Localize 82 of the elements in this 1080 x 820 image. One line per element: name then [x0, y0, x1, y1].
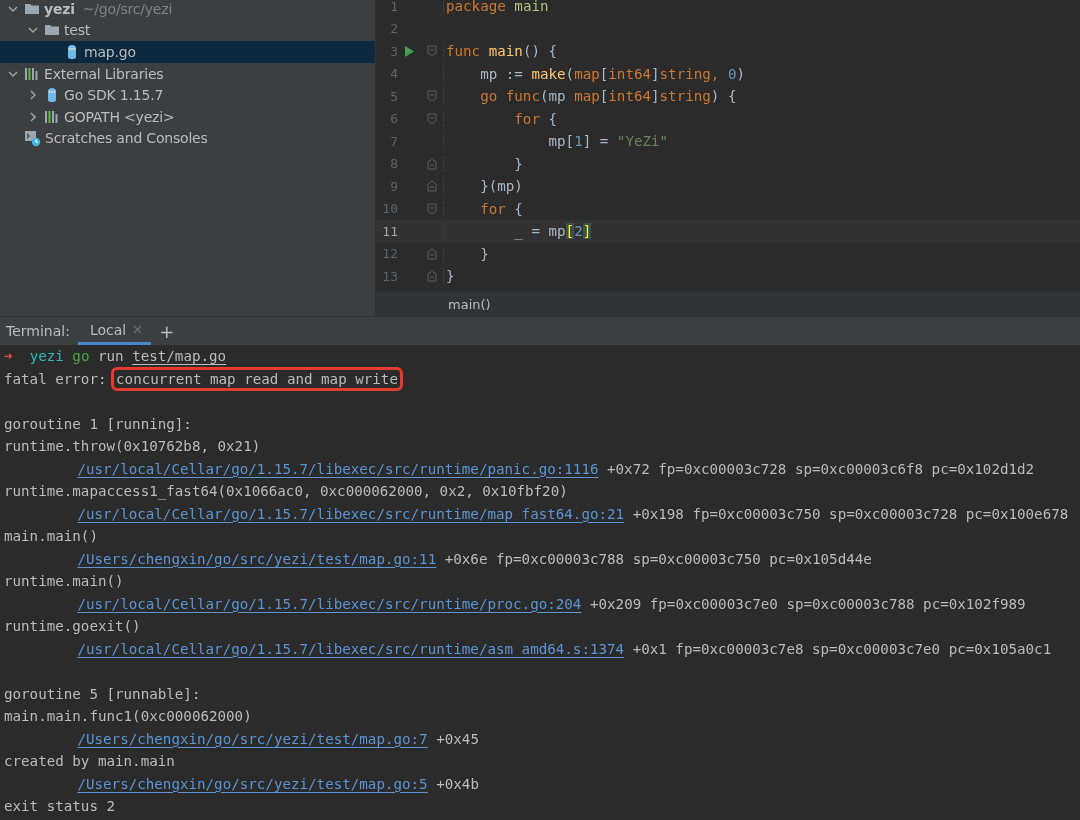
terminal-text: +0x45 [435, 730, 479, 747]
path-hint: ~/go/src/yezi [82, 0, 173, 17]
tree-item[interactable]: test [0, 19, 375, 42]
library-icon [24, 65, 40, 82]
terminal-text: runtime.mapaccess1_fast64(0x1066ac0, 0xc000062000, 0x2, 0x10fbf20) [4, 483, 568, 499]
line-number: 2 [389, 21, 398, 37]
tree-item[interactable]: yezi ~/go/src/yezi [0, 0, 375, 20]
fold-icon[interactable] [426, 90, 437, 103]
terminal-text: runtime.goexit() [4, 618, 141, 634]
terminal-text: fatal error: [4, 370, 108, 387]
line-number: 10 [381, 201, 398, 217]
line-number: 13 [381, 268, 398, 284]
code-line: } [513, 155, 523, 172]
prompt-directory: yezi [28, 348, 64, 364]
terminal-text: main.main.func1(0xc000062000) [4, 708, 252, 724]
code-line: go func(mp map[int64]string) { [479, 88, 737, 105]
file-link[interactable]: /usr/local/Cellar/go/1.15.7/libexec/src/runtime/panic.go:1116 [77, 460, 599, 477]
terminal-text: runtime.throw(0x10762b8, 0x21) [4, 438, 261, 454]
terminal-tab[interactable]: Local [77, 317, 152, 345]
code-line: for { [513, 110, 558, 127]
line-number: 1 [389, 0, 398, 14]
terminal-text: created by main.main [4, 753, 175, 769]
file-link[interactable]: /Users/chengxin/go/src/yezi/test/map.go:5 [77, 775, 428, 792]
code-line: mp := make(map[int64]string, 0) [479, 65, 745, 82]
fold-icon[interactable] [426, 202, 437, 215]
close-icon[interactable] [132, 324, 144, 335]
prompt-arrow: ➜ [4, 348, 13, 364]
code-line: for { [479, 200, 523, 217]
fold-icon[interactable] [426, 157, 437, 170]
fold-icon[interactable] [426, 180, 437, 193]
code-line: func main() { [446, 43, 558, 60]
tree-item[interactable]: External Libraries [0, 62, 375, 85]
terminal-text: +0x72 fp=0xc00003c728 sp=0xc00003c6f8 pc=0x102d1d2 [606, 460, 1035, 477]
terminal-text: +0x198 fp=0xc00003c750 sp=0xc00003c728 pc=0x100e678 [631, 505, 1069, 522]
tree-item[interactable]: Go SDK 1.15.7 [0, 84, 375, 106]
fold-icon[interactable] [426, 270, 437, 283]
command-argument: test/map.go [132, 348, 227, 364]
file-link[interactable]: /usr/local/Cellar/go/1.15.7/libexec/src/runtime/asm_amd64.s:1374 [77, 640, 625, 657]
command-text: go [71, 348, 90, 364]
code-line: package main [446, 0, 549, 15]
line-number: 11 [381, 223, 398, 239]
file-link[interactable]: /usr/local/Cellar/go/1.15.7/libexec/src/runtime/map_fast64.go:21 [77, 505, 625, 522]
line-number: 7 [389, 133, 398, 149]
code-line: } [479, 245, 489, 262]
line-number: 4 [389, 66, 398, 82]
terminal-text: main.main() [4, 528, 98, 544]
file-link[interactable]: /usr/local/Cellar/go/1.15.7/libexec/src/runtime/proc.go:204 [77, 595, 582, 612]
terminal-text: exit status 2 [4, 798, 116, 814]
terminal-text: +0x1 fp=0xc00003c7e8 sp=0xc00003c7e0 pc=0x105a0c1 [631, 640, 1052, 657]
code-line: mp[1] = "YeZi" [547, 133, 669, 150]
code-line: }(mp) [479, 178, 523, 195]
tree-item[interactable]: Scratches and Consoles [0, 127, 375, 150]
line-number: 12 [381, 246, 398, 262]
fold-icon[interactable] [426, 112, 437, 125]
terminal-text: +0x4b [435, 775, 479, 792]
terminal-text: +0x6e fp=0xc00003c788 sp=0xc00003c750 pc=0x105d44e [443, 550, 872, 567]
line-number: 9 [389, 178, 398, 194]
run-icon[interactable] [403, 44, 415, 58]
code-line: } [446, 268, 455, 285]
chevron-icon[interactable] [27, 110, 39, 123]
terminal-text: goroutine 1 [running]: [4, 415, 192, 432]
file-link[interactable]: /Users/chengxin/go/src/yezi/test/map.go:7 [77, 730, 428, 747]
fold-icon[interactable] [426, 247, 437, 260]
code-line: _ = mp[2] [513, 223, 592, 240]
breadcrumb[interactable]: main() [448, 297, 491, 312]
scratches-icon [24, 129, 41, 147]
terminal-text: goroutine 5 [runnable]: [4, 685, 201, 702]
terminal-text: run [96, 348, 125, 364]
line-number: 6 [389, 111, 398, 127]
chevron-icon[interactable] [27, 89, 39, 102]
terminal-text: runtime.main() [4, 573, 124, 589]
panel-title: Terminal: [5, 322, 71, 341]
fold-icon[interactable] [426, 45, 437, 58]
tree-item[interactable]: GOPATH <yezi> [0, 105, 375, 128]
file-link[interactable]: /Users/chengxin/go/src/yezi/test/map.go:11 [77, 550, 437, 567]
line-number: 8 [389, 156, 398, 172]
tree-item[interactable]: map.go [0, 41, 375, 63]
line-number: 5 [389, 88, 398, 104]
new-tab-button[interactable]: + [151, 317, 183, 345]
library-icon [44, 108, 60, 125]
line-number: 3 [389, 43, 398, 59]
terminal-text: +0x209 fp=0xc00003c7e0 sp=0xc00003c788 pc=0x102f989 [588, 595, 1026, 612]
